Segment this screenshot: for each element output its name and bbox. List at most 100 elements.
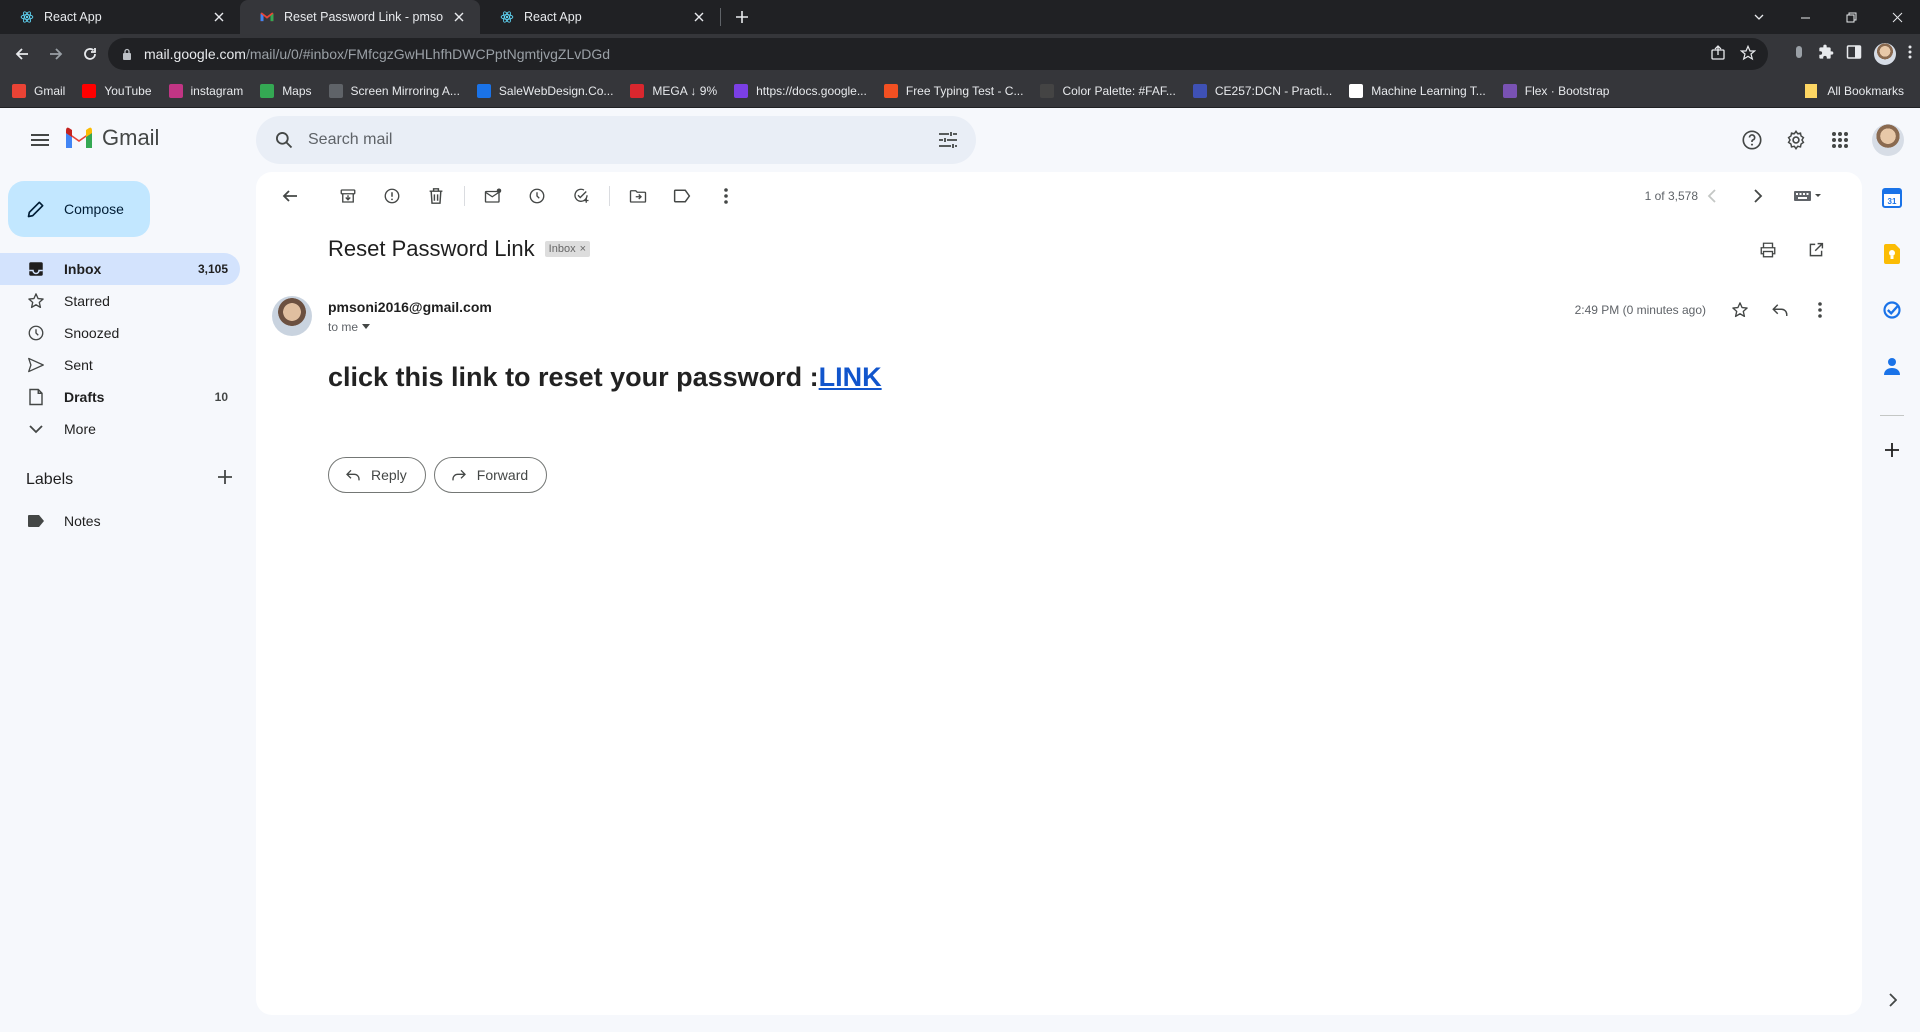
sidebar-item-inbox[interactable]: Inbox 3,105 — [0, 253, 240, 285]
forward-button[interactable] — [40, 38, 72, 70]
puzzle-icon[interactable] — [1818, 44, 1834, 65]
move-to-button[interactable] — [618, 176, 658, 216]
tasks-app-button[interactable] — [1876, 294, 1908, 326]
labels-button[interactable] — [662, 176, 702, 216]
extension-icon[interactable] — [1792, 44, 1806, 65]
bookmark-item[interactable]: Flex · Bootstrap — [1502, 83, 1609, 98]
close-tab-icon[interactable] — [210, 8, 228, 26]
help-button[interactable] — [1732, 120, 1772, 160]
bookmark-item[interactable]: SaleWebDesign.Co... — [476, 83, 613, 98]
browser-tab-gmail[interactable]: Reset Password Link - pmsoni20 — [240, 0, 480, 34]
more-message-options-button[interactable] — [1800, 290, 1840, 330]
browser-tab-react-app-2[interactable]: React App — [480, 0, 720, 34]
bookmark-item[interactable]: Maps — [260, 83, 312, 98]
input-tools-button[interactable] — [1784, 176, 1832, 216]
search-options-icon[interactable] — [932, 124, 964, 156]
bookmark-item[interactable]: YouTube — [82, 83, 152, 98]
more-actions-button[interactable] — [706, 176, 746, 216]
new-tab-button[interactable] — [725, 0, 759, 34]
body-text: click this link to reset your password : — [328, 362, 819, 392]
label-item-notes[interactable]: Notes — [0, 505, 240, 537]
close-window-button[interactable] — [1874, 0, 1920, 34]
svg-text:31: 31 — [1888, 197, 1897, 206]
profile-avatar[interactable] — [1874, 43, 1896, 65]
contacts-app-button[interactable] — [1876, 350, 1908, 382]
bookmark-item[interactable]: Color Palette: #FAF... — [1040, 83, 1176, 98]
sidebar-item-more[interactable]: More — [0, 413, 240, 445]
chrome-menu-icon[interactable] — [1908, 44, 1912, 65]
create-label-button[interactable] — [218, 470, 232, 489]
gmail-wordmark: Gmail — [102, 125, 160, 150]
snooze-button[interactable] — [517, 176, 557, 216]
open-new-window-button[interactable] — [1796, 230, 1836, 270]
bookmark-item[interactable]: Machine Learning T... — [1349, 83, 1486, 98]
inbox-label-chip[interactable]: Inbox × — [544, 241, 591, 257]
calendar-app-button[interactable]: 31 — [1876, 182, 1908, 214]
sidebar-item-sent[interactable]: Sent — [0, 349, 240, 381]
bookmark-star-icon[interactable] — [1739, 44, 1757, 64]
bookmark-item[interactable]: CE257:DCN - Practi... — [1192, 83, 1332, 98]
get-addons-button[interactable] — [1876, 434, 1908, 466]
browser-toolbar: mail.google.com/mail/u/0/#inbox/FMfcgzGw… — [0, 34, 1920, 74]
close-tab-icon[interactable] — [690, 8, 708, 26]
search-icon[interactable] — [260, 116, 308, 164]
account-avatar[interactable] — [1872, 124, 1904, 156]
recipient-details[interactable]: to me — [328, 320, 371, 334]
main-menu-button[interactable] — [16, 116, 64, 164]
forward-pill-button[interactable]: Forward — [433, 457, 548, 493]
gmail-logo[interactable]: Gmail — [64, 125, 159, 151]
archive-icon — [340, 189, 356, 203]
bookmark-item[interactable]: MEGA ↓ 9% — [630, 83, 717, 98]
chevron-down-icon — [26, 419, 46, 439]
restore-button[interactable] — [1828, 0, 1874, 34]
print-all-button[interactable] — [1748, 230, 1788, 270]
older-button[interactable] — [1738, 176, 1778, 216]
show-side-panel-button[interactable] — [1876, 984, 1908, 1016]
mark-unread-button[interactable] — [473, 176, 513, 216]
add-to-tasks-button[interactable] — [561, 176, 601, 216]
message-body: click this link to reset your password :… — [328, 362, 882, 393]
sender-email[interactable]: pmsoni2016@gmail.com — [328, 299, 492, 315]
bookmark-item[interactable]: Gmail — [12, 83, 65, 98]
bookmark-item[interactable]: Screen Mirroring A... — [328, 83, 460, 98]
bookmark-item[interactable]: instagram — [168, 83, 243, 98]
tab-search-button[interactable] — [1736, 0, 1782, 34]
sidebar-item-label: Sent — [64, 357, 93, 373]
sidebar-item-drafts[interactable]: Drafts 10 — [0, 381, 240, 413]
side-panel-icon[interactable] — [1846, 44, 1862, 65]
sidebar-item-starred[interactable]: Starred — [0, 285, 240, 317]
bookmark-favicon-icon — [1502, 83, 1517, 98]
keep-app-button[interactable] — [1876, 238, 1908, 270]
newer-button[interactable] — [1692, 176, 1732, 216]
reply-pill-button[interactable]: Reply — [328, 457, 426, 493]
star-button[interactable] — [1720, 290, 1760, 330]
apps-button[interactable] — [1820, 120, 1860, 160]
all-bookmarks-button[interactable]: All Bookmarks — [1805, 74, 1904, 108]
bookmark-label: Free Typing Test - C... — [905, 83, 1024, 98]
report-spam-button[interactable] — [372, 176, 412, 216]
bookmark-favicon-icon — [1192, 83, 1207, 98]
back-to-inbox-button[interactable] — [270, 176, 310, 216]
minimize-button[interactable] — [1782, 0, 1828, 34]
remove-label-icon[interactable]: × — [580, 243, 586, 255]
browser-tab-react-app-1[interactable]: React App — [0, 0, 240, 34]
restore-icon — [1846, 12, 1856, 22]
bookmark-item[interactable]: Free Typing Test - C... — [883, 83, 1024, 98]
back-button[interactable] — [6, 38, 38, 70]
delete-button[interactable] — [416, 176, 456, 216]
caret-down-icon[interactable] — [362, 324, 371, 330]
share-icon[interactable] — [1710, 44, 1726, 64]
more-vert-icon — [724, 188, 728, 204]
reset-password-link[interactable]: LINK — [819, 362, 882, 392]
sidebar-item-snoozed[interactable]: Snoozed — [0, 317, 240, 349]
settings-button[interactable] — [1776, 120, 1816, 160]
close-tab-icon[interactable] — [450, 8, 468, 26]
archive-button[interactable] — [328, 176, 368, 216]
bookmark-item[interactable]: https://docs.google... — [734, 83, 867, 98]
compose-button[interactable]: Compose — [8, 181, 150, 237]
search-input[interactable] — [308, 131, 868, 149]
reload-button[interactable] — [74, 38, 106, 70]
sender-avatar[interactable] — [272, 296, 312, 336]
reply-button[interactable] — [1760, 290, 1800, 330]
address-bar[interactable]: mail.google.com/mail/u/0/#inbox/FMfcgzGw… — [108, 38, 1768, 70]
